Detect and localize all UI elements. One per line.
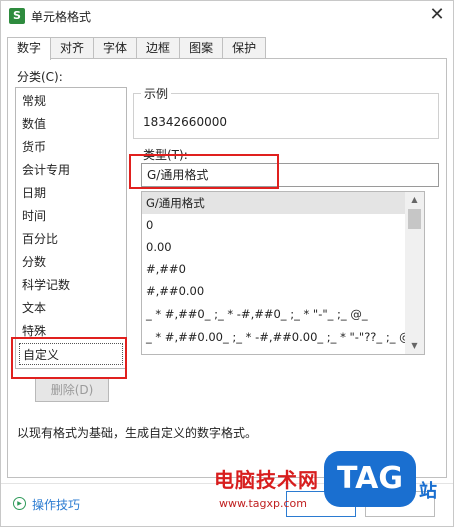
watermark-suffix: 站	[419, 481, 437, 502]
category-item-time[interactable]: 时间	[22, 205, 46, 227]
title-bar: S 单元格格式 ✕	[1, 1, 453, 31]
category-item-scientific[interactable]: 科学记数	[22, 274, 70, 296]
watermark-logo-badge: TAG	[324, 451, 416, 507]
category-list[interactable]: 常规 数值 货币 会计专用 日期 时间 百分比 分数 科学记数 文本 特殊 自定…	[15, 87, 127, 369]
tab-alignment[interactable]: 对齐	[50, 37, 95, 59]
type-input[interactable]: G/通用格式	[141, 163, 439, 187]
category-item-percentage[interactable]: 百分比	[22, 228, 58, 250]
tab-border[interactable]: 边框	[136, 37, 181, 59]
tab-pattern[interactable]: 图案	[179, 37, 224, 59]
format-item[interactable]: _ * #,##0_ ;_ * -#,##0_ ;_ * "-"_ ;_ @_	[142, 303, 406, 325]
format-list-scrollbar[interactable]: ▲ ▼	[405, 192, 424, 354]
format-code-list[interactable]: G/通用格式 0 0.00 #,##0 #,##0.00 _ * #,##0_ …	[141, 191, 425, 355]
watermark-url: www.tagxp.com	[219, 497, 307, 510]
spreadsheet-app-icon: S	[9, 8, 25, 24]
format-item[interactable]: #,##0	[142, 258, 406, 280]
tab-font[interactable]: 字体	[93, 37, 138, 59]
category-label: 分类(C):	[17, 70, 63, 84]
category-item-number[interactable]: 数值	[22, 113, 46, 135]
format-item[interactable]: 0.00	[142, 236, 406, 258]
tab-protection[interactable]: 保护	[222, 37, 267, 59]
scroll-thumb[interactable]	[408, 209, 421, 229]
sample-value: 18342660000	[143, 115, 227, 129]
category-item-currency[interactable]: 货币	[22, 136, 46, 158]
tab-strip: 数字 对齐 字体 边框 图案 保护	[7, 37, 267, 60]
category-item-custom[interactable]: 自定义	[19, 343, 123, 365]
category-item-text[interactable]: 文本	[22, 297, 46, 319]
type-label: 类型(T):	[143, 148, 188, 162]
watermark-text: 电脑技术网	[214, 468, 319, 492]
category-item-general[interactable]: 常规	[22, 90, 46, 112]
scroll-up-arrow-icon[interactable]: ▲	[405, 192, 424, 208]
custom-format-description: 以现有格式为基础，生成自定义的数字格式。	[17, 426, 258, 440]
format-item[interactable]: #,##0.00	[142, 280, 406, 302]
close-icon[interactable]: ✕	[425, 4, 449, 28]
format-cells-dialog: S 单元格格式 ✕ 数字 对齐 字体 边框 图案 保护 分类(C): 常规 数值…	[0, 0, 454, 527]
play-circle-icon[interactable]: ▶	[13, 497, 26, 510]
format-item[interactable]: 0	[142, 214, 406, 236]
tips-link[interactable]: 操作技巧	[32, 496, 80, 513]
format-item[interactable]: _ * #,##0.00_ ;_ * -#,##0.00_ ;_ * "-"??…	[142, 326, 406, 348]
format-item[interactable]: G/通用格式	[142, 192, 406, 214]
category-item-fraction[interactable]: 分数	[22, 251, 46, 273]
scroll-down-arrow-icon[interactable]: ▼	[405, 338, 424, 354]
category-item-date[interactable]: 日期	[22, 182, 46, 204]
sample-label: 示例	[141, 85, 172, 102]
dialog-title: 单元格格式	[31, 10, 92, 24]
category-item-accounting[interactable]: 会计专用	[22, 159, 70, 181]
delete-button[interactable]: 删除(D)	[35, 378, 109, 402]
tab-number[interactable]: 数字	[7, 37, 52, 60]
category-item-special[interactable]: 特殊	[22, 320, 46, 342]
